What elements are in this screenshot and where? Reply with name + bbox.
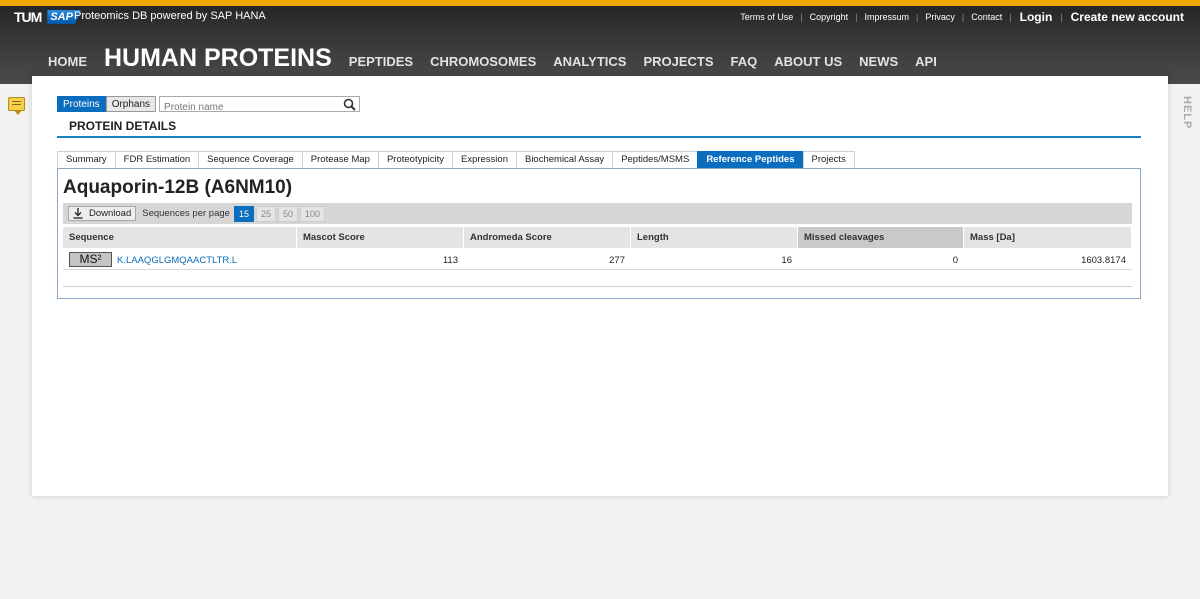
per-page-100[interactable]: 100 (299, 205, 326, 222)
protein-search-input[interactable] (160, 100, 341, 115)
table-row: MS² K.LAAQGLGMQAACTLTR.L 113 277 16 0 16… (63, 249, 1132, 270)
per-page-label: Sequences per page (142, 208, 230, 219)
download-label: Download (89, 208, 132, 219)
peptide-sequence-link[interactable]: K.LAAQGLGMQAACTLTR.L (117, 255, 237, 266)
protein-tabs: Summary FDR Estimation Sequence Coverage… (57, 151, 855, 168)
tab-protease-map[interactable]: Protease Map (301, 151, 379, 168)
tab-fdr-estimation[interactable]: FDR Estimation (114, 151, 200, 168)
nav-home[interactable]: HOME (48, 54, 87, 69)
nav-chromosomes[interactable]: CHROMOSOMES (430, 54, 536, 69)
tum-logo: TUM (14, 9, 42, 25)
logo[interactable]: TUM SAP (14, 9, 81, 25)
nav-projects[interactable]: PROJECTS (643, 54, 713, 69)
table-header: Sequence Mascot Score Andromeda Score Le… (63, 227, 1132, 248)
cell-missed-cleavages: 0 (952, 255, 958, 266)
nav-analytics[interactable]: ANALYTICS (553, 54, 626, 69)
feedback-icon-line (12, 104, 21, 105)
tab-reference-peptides[interactable]: Reference Peptides (697, 151, 804, 168)
nav-faq[interactable]: FAQ (731, 54, 758, 69)
contact-link[interactable]: Contact (964, 12, 1009, 22)
tab-peptides-msms[interactable]: Peptides/MSMS (612, 151, 699, 168)
nav-peptides[interactable]: PEPTIDES (349, 54, 413, 69)
help-tab[interactable]: HELP (1173, 96, 1193, 156)
section-divider (57, 136, 1141, 138)
cell-length: 16 (781, 255, 792, 266)
tab-projects[interactable]: Projects (802, 151, 855, 168)
main-nav: HOME HUMAN PROTEINS PEPTIDES CHROMOSOMES… (48, 44, 954, 73)
nav-api[interactable]: API (915, 54, 937, 69)
toggle-proteins[interactable]: Proteins (57, 96, 106, 112)
col-sequence[interactable]: Sequence (63, 227, 297, 248)
tab-proteotypicity[interactable]: Proteotypicity (377, 151, 453, 168)
feedback-icon-line (12, 101, 21, 102)
download-icon (73, 208, 83, 219)
nav-about-us[interactable]: ABOUT US (774, 54, 842, 69)
section-title: PROTEIN DETAILS (69, 119, 177, 133)
cell-mascot-score: 113 (442, 255, 458, 266)
search-box (159, 96, 361, 115)
search-icon[interactable] (343, 98, 356, 111)
cell-andromeda-score: 277 (609, 255, 625, 266)
tab-summary[interactable]: Summary (57, 151, 116, 168)
col-mass[interactable]: Mass [Da] (964, 227, 1132, 248)
col-length[interactable]: Length (631, 227, 798, 248)
create-account-link[interactable]: Create new account (1063, 10, 1192, 24)
brand-tagline: Proteomics DB powered by SAP HANA (74, 10, 266, 22)
col-missed-cleavages[interactable]: Missed cleavages (798, 227, 964, 248)
col-andromeda-score[interactable]: Andromeda Score (464, 227, 631, 248)
per-page-25[interactable]: 25 (255, 205, 276, 222)
top-links: Terms of Use | Copyright | Impressum | P… (733, 9, 1192, 25)
protein-title: Aquaporin-12B (A6NM10) (63, 177, 293, 198)
feedback-icon[interactable] (8, 97, 25, 115)
download-button[interactable]: Download (68, 206, 137, 221)
tab-biochemical-assay[interactable]: Biochemical Assay (515, 151, 614, 168)
tab-expression[interactable]: Expression (451, 151, 517, 168)
terms-link[interactable]: Terms of Use (733, 12, 800, 22)
table-toolbar: Download Sequences per page 15 25 50 100 (63, 203, 1132, 224)
privacy-link[interactable]: Privacy (918, 12, 962, 22)
per-page-15[interactable]: 15 (233, 205, 254, 222)
tab-panel: Aquaporin-12B (A6NM10) Download Sequence… (57, 168, 1141, 299)
protein-search: Proteins Orphans (57, 96, 361, 115)
tab-sequence-coverage[interactable]: Sequence Coverage (198, 151, 303, 168)
site-header: TUM SAP Proteomics DB powered by SAP HAN… (0, 6, 1200, 84)
per-page-50[interactable]: 50 (277, 205, 298, 222)
copyright-link[interactable]: Copyright (803, 12, 856, 22)
toggle-orphans[interactable]: Orphans (105, 96, 157, 112)
table-footer-divider (63, 286, 1132, 287)
col-mascot-score[interactable]: Mascot Score (297, 227, 464, 248)
nav-human-proteins[interactable]: HUMAN PROTEINS (104, 44, 332, 73)
ms2-spectrum-button[interactable]: MS² (69, 252, 112, 267)
nav-news[interactable]: NEWS (859, 54, 898, 69)
login-link[interactable]: Login (1012, 10, 1061, 24)
impressum-link[interactable]: Impressum (858, 12, 917, 22)
cell-mass: 1603.8174 (1081, 255, 1126, 266)
